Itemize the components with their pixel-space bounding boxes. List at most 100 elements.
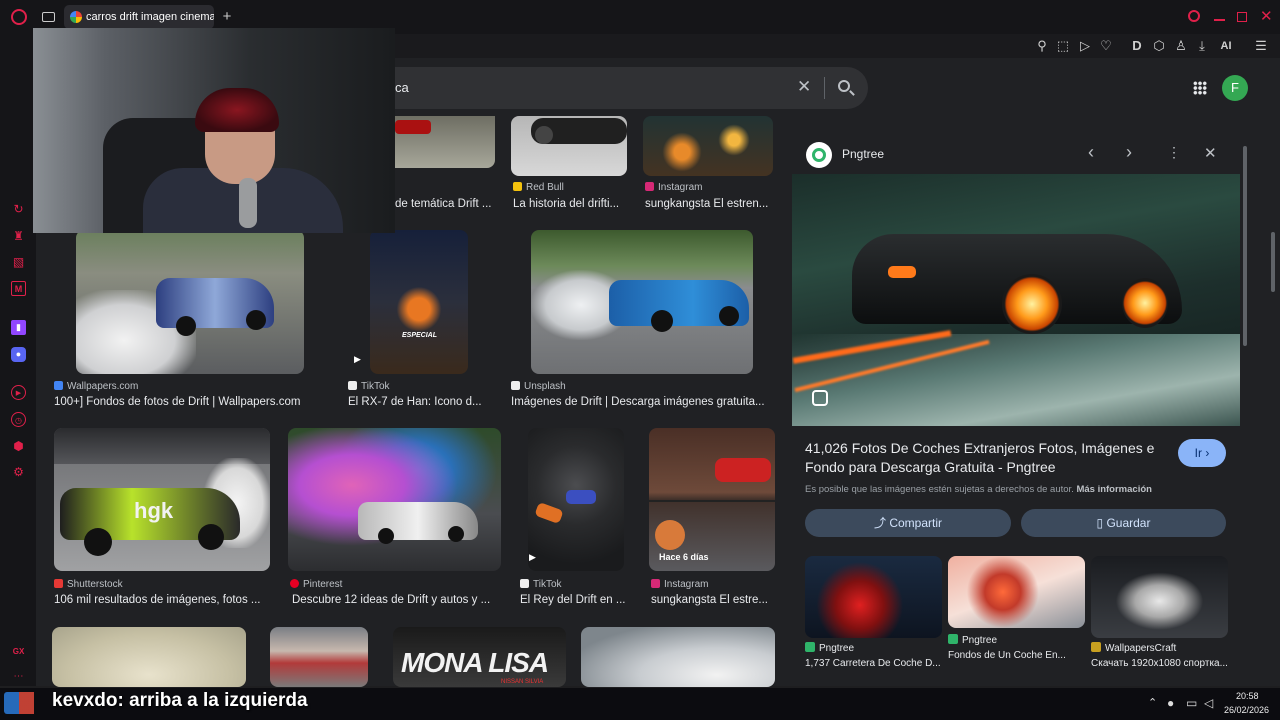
- puzzle-icon[interactable]: ⬡: [1150, 34, 1168, 58]
- restore-icon[interactable]: [1237, 12, 1247, 22]
- result-card-4[interactable]: Wallpapers.com 100+] Fondos de fotos de …: [54, 230, 330, 412]
- result-card-5[interactable]: ESPECIAL ▶ TikTok El RX-7 de Han: Ícono …: [346, 230, 491, 412]
- result-source: Pinterest: [290, 579, 342, 590]
- panel-source[interactable]: Pngtree: [842, 147, 884, 161]
- search-bar[interactable]: ca ✕: [395, 67, 868, 109]
- result-card-12[interactable]: [270, 627, 368, 687]
- related-image-3[interactable]: [1091, 556, 1228, 638]
- result-card-3[interactable]: Instagram sungkangsta El estren...: [643, 116, 775, 216]
- related-image-1[interactable]: [805, 556, 942, 638]
- close-panel-icon[interactable]: ✕: [1204, 144, 1217, 162]
- gx-label[interactable]: GX: [11, 644, 26, 659]
- share-button[interactable]: ⤴ Compartir: [805, 509, 1011, 537]
- mail-icon[interactable]: M: [11, 281, 26, 296]
- more-info-link[interactable]: Más información: [1076, 484, 1152, 495]
- clock-icon[interactable]: ◷: [11, 412, 26, 427]
- result-card-2[interactable]: Red Bull La historia del drifti...: [511, 116, 629, 216]
- play-icon[interactable]: ▷: [1076, 34, 1094, 58]
- opera-logo-icon[interactable]: [11, 9, 27, 25]
- search-input[interactable]: ca: [395, 80, 409, 95]
- apps-grid-icon[interactable]: [1193, 81, 1207, 95]
- tab-active[interactable]: carros drift imagen cinema: [64, 5, 214, 29]
- result-source-label: Instagram: [658, 182, 703, 193]
- result-card-11[interactable]: [52, 627, 246, 687]
- result-image: [643, 116, 773, 176]
- volume-icon[interactable]: ◁: [1204, 696, 1213, 710]
- pin-icon[interactable]: ⚲: [1033, 34, 1051, 58]
- mic-icon[interactable]: ●: [1167, 696, 1174, 710]
- more-icon[interactable]: ⋯: [11, 669, 26, 684]
- result-card-6[interactable]: Unsplash Imágenes de Drift | Descarga im…: [509, 230, 775, 412]
- search-tabs-icon[interactable]: [1188, 10, 1200, 22]
- related-image-2[interactable]: [948, 556, 1085, 628]
- clock-time[interactable]: 20:58: [1236, 691, 1259, 701]
- result-image: [581, 627, 775, 687]
- related-title-1[interactable]: 1,737 Carretera De Coche D...: [805, 658, 942, 669]
- snapshot-icon[interactable]: ⬚: [1054, 34, 1072, 58]
- extension-d-icon[interactable]: D: [1128, 34, 1146, 58]
- clock-date[interactable]: 26/02/2026: [1224, 705, 1269, 715]
- more-options-icon[interactable]: ⋮: [1167, 144, 1181, 161]
- result-card-7[interactable]: hgk Shutterstock 106 mil resultados de i…: [54, 428, 272, 610]
- close-window-icon[interactable]: ✕: [1260, 7, 1273, 25]
- avatar[interactable]: F: [1222, 75, 1248, 101]
- go-button[interactable]: Ir ›: [1178, 439, 1226, 467]
- result-card-9[interactable]: ▶ TikTok El Rey del Drift en ...: [518, 428, 634, 610]
- ai-icon[interactable]: AI: [1214, 34, 1238, 58]
- result-title: sungkangsta El estren...: [645, 198, 769, 210]
- result-source-label: Unsplash: [524, 381, 566, 392]
- play-circle-icon[interactable]: ▶: [11, 385, 26, 400]
- result-card-10[interactable]: Hace 6 días Instagram sungkangsta El est…: [649, 428, 775, 610]
- panel-title[interactable]: 41,026 Fotos De Coches Extranjeros Fotos…: [805, 439, 1165, 477]
- bag-icon[interactable]: ♜: [11, 229, 26, 244]
- video-play-icon[interactable]: ▶: [354, 354, 361, 365]
- result-card-13[interactable]: MONA LISA NISSAN SILVIA: [393, 627, 566, 687]
- result-source: Wallpapers.com: [54, 381, 138, 392]
- date-badge: Hace 6 días: [659, 552, 709, 562]
- extensions-toolbar: ⚲ ⬚ ▷ ♡ D ⬡ ♙ ⤓ AI ☰: [395, 34, 1280, 58]
- settings-icon[interactable]: ⚙: [11, 465, 26, 480]
- cube-icon[interactable]: ⬢: [11, 439, 26, 454]
- pngtree-favicon-icon: [806, 142, 832, 168]
- result-image: [52, 627, 246, 687]
- heart-icon[interactable]: ♡: [1097, 34, 1115, 58]
- nissan-text: NISSAN SILVIA: [501, 679, 544, 685]
- new-tab-button[interactable]: +: [220, 8, 234, 26]
- discord-icon[interactable]: ●: [11, 347, 26, 362]
- result-source-label: Wallpapers.com: [67, 381, 139, 392]
- related-title-3[interactable]: Скачать 1920x1080 спортка...: [1091, 658, 1228, 669]
- result-card-1[interactable]: de temática Drift ...: [395, 116, 495, 216]
- panel-scrollbar[interactable]: [1243, 146, 1247, 346]
- twitch-icon[interactable]: ▮: [11, 320, 26, 335]
- page-scrollbar[interactable]: [1271, 232, 1275, 292]
- result-title: de temática Drift ...: [395, 198, 492, 210]
- tray-chevron-icon[interactable]: ⌃: [1148, 696, 1157, 709]
- prev-icon[interactable]: ‹: [1088, 142, 1094, 163]
- download-icon[interactable]: ⤓: [1193, 34, 1211, 58]
- save-button[interactable]: ▯ Guardar: [1021, 509, 1226, 537]
- menu-icon[interactable]: ☰: [1252, 34, 1270, 58]
- network-icon[interactable]: ▭: [1186, 696, 1197, 710]
- tab-title: carros drift imagen cinema: [86, 11, 214, 23]
- result-image: hgk: [54, 428, 270, 571]
- profile-icon[interactable]: ♙: [1172, 34, 1190, 58]
- preview-image[interactable]: [792, 174, 1240, 426]
- result-source-label: TikTok: [533, 579, 562, 590]
- result-image: [511, 116, 627, 176]
- related-title-2[interactable]: Fondos de Un Coche En...: [948, 650, 1085, 661]
- search-icon[interactable]: [838, 80, 850, 92]
- video-play-icon[interactable]: ▶: [529, 552, 536, 563]
- result-source: Unsplash: [511, 381, 566, 392]
- workspaces-icon[interactable]: [42, 12, 55, 22]
- minimize-icon[interactable]: [1214, 19, 1225, 21]
- result-image: [395, 116, 495, 168]
- result-card-14[interactable]: [581, 627, 775, 687]
- chat-message: kevxdo: arriba a la izquierda: [52, 690, 308, 712]
- shield-icon[interactable]: ▧: [11, 255, 26, 270]
- history-icon[interactable]: ↻: [11, 202, 26, 217]
- result-image: Hace 6 días: [649, 428, 775, 571]
- next-icon[interactable]: ›: [1126, 142, 1132, 163]
- lens-icon[interactable]: [812, 390, 828, 406]
- close-icon[interactable]: ✕: [797, 77, 811, 97]
- result-card-8[interactable]: Pinterest Descubre 12 ideas de Drift y a…: [288, 428, 502, 610]
